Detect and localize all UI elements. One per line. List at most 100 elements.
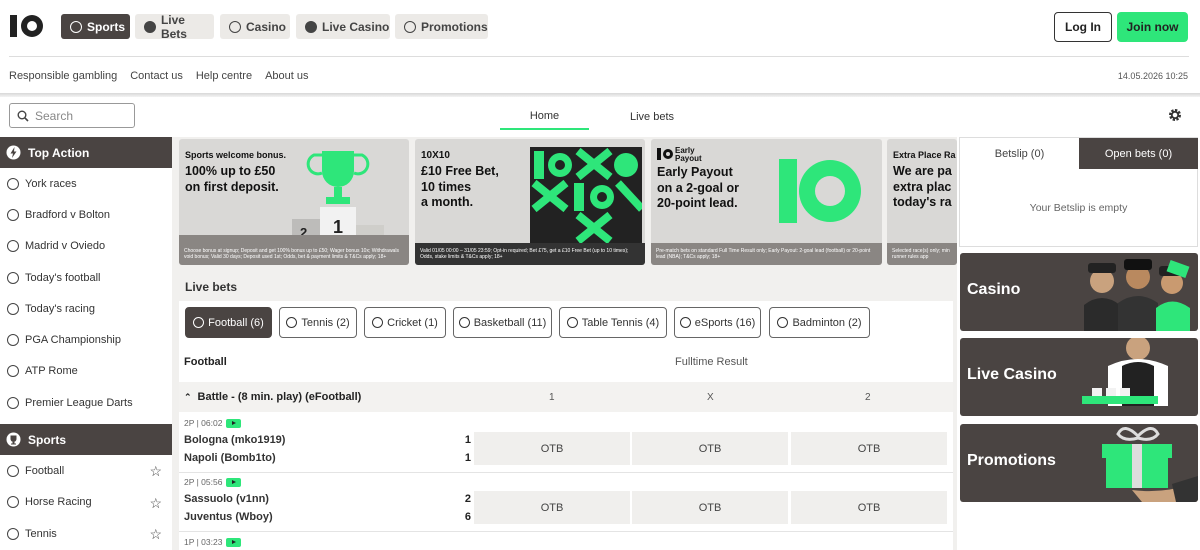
home-team[interactable]: Sassuolo (v1nn) (184, 493, 269, 505)
tab-open-bets[interactable]: Open bets (0) (1079, 138, 1198, 169)
nav-live-casino[interactable]: Live Casino (296, 14, 390, 39)
promo-extra-place[interactable]: Extra Place Ra We are pa extra plac toda… (887, 139, 957, 265)
odds-button-home[interactable]: OTB (474, 491, 630, 524)
sidebar-item-horse-racing[interactable]: Horse Racing ☆ (0, 487, 172, 518)
sidebar-item-todays-racing[interactable]: Today's racing (0, 293, 172, 324)
sport-pill-tennis[interactable]: Tennis (2) (279, 307, 357, 338)
betslip: Betslip (0) Open bets (0) Your Betslip i… (959, 137, 1198, 247)
svg-text:1: 1 (333, 217, 343, 237)
home-score: 1 (464, 434, 471, 446)
sidebar-item-football[interactable]: Football ☆ (0, 455, 172, 486)
live-casino-card[interactable]: Live Casino (960, 338, 1198, 416)
nav-promotions[interactable]: Promotions (395, 14, 488, 39)
odds-button-away[interactable]: OTB (791, 491, 947, 524)
sport-pill-basketball[interactable]: Basketball (11) (453, 307, 552, 338)
promotions-card[interactable]: Promotions (960, 424, 1198, 502)
dealer-icon (1082, 338, 1168, 406)
odds-button-draw[interactable]: OTB (632, 432, 788, 465)
sidebar-item-bradford-v-bolton[interactable]: Bradford v Bolton (0, 199, 172, 230)
sport-pill-table-tennis[interactable]: Table Tennis (4) (559, 307, 667, 338)
login-button[interactable]: Log In (1054, 12, 1112, 42)
nav-casino[interactable]: Casino (220, 14, 290, 39)
col-away: 2 (865, 392, 871, 403)
sidebar-item-york-races[interactable]: York races (0, 168, 172, 199)
x-pattern-icon (530, 147, 642, 243)
promo-10x10[interactable]: 10X10 £10 Free Bet, 10 times a month. Va… (415, 139, 645, 265)
tab-betslip[interactable]: Betslip (0) (960, 138, 1079, 169)
row-divider (179, 531, 953, 532)
brand-logo-icon[interactable] (9, 13, 45, 39)
sidebar-item-tennis[interactable]: Tennis ☆ (0, 518, 172, 549)
sidebar-item-pga-championship[interactable]: PGA Championship (0, 324, 172, 355)
sports-header: Sports (0, 424, 172, 456)
promo-early-payout[interactable]: Early Payout Early Payout on a 2-goal or… (651, 139, 882, 265)
top-action-header: Top Action (0, 137, 172, 168)
star-icon[interactable]: ☆ (149, 463, 162, 480)
tennis-ball-icon (286, 317, 298, 328)
odds-button-draw[interactable]: OTB (632, 491, 788, 524)
join-now-button[interactable]: Join now (1117, 12, 1188, 42)
star-icon[interactable]: ☆ (149, 526, 162, 543)
promotions-icon (404, 20, 416, 33)
datetime: 14.05.2026 10:25 (1117, 71, 1188, 81)
sidebar-item-madrid-v-oviedo[interactable]: Madrid v Oviedo (0, 231, 172, 262)
casino-characters-icon (1084, 259, 1190, 331)
live-stream-icon[interactable] (226, 477, 242, 487)
promo-terms: Valid 01/05 00:00 – 31/05 23:59; Opt-in … (420, 248, 629, 260)
soccer-ball-icon (70, 20, 82, 33)
soccer-ball-icon (7, 240, 19, 253)
sport-pill-esports[interactable]: eSports (16) (674, 307, 761, 338)
sidebar-item-todays-football[interactable]: Today's football (0, 262, 172, 293)
card-title: Live Casino (967, 366, 1057, 383)
sport-heading: Football (184, 356, 227, 368)
live-stream-icon[interactable] (226, 537, 242, 547)
soccer-ball-icon (7, 271, 19, 284)
link-about-us[interactable]: About us (265, 70, 308, 82)
sport-pill-cricket[interactable]: Cricket (1) (364, 307, 446, 338)
row-divider (179, 472, 953, 473)
horse-racing-icon (7, 496, 19, 509)
gear-icon[interactable] (1168, 108, 1182, 122)
header-shadow (0, 93, 1200, 97)
cricket-ball-icon (372, 317, 384, 328)
casino-chip-icon (229, 20, 241, 33)
nav-sports[interactable]: Sports (61, 14, 130, 39)
tennis-ball-icon (7, 365, 19, 378)
chevron-up-icon: ⌃ (184, 391, 192, 402)
competition-group[interactable]: ⌃ Battle - (8 min. play) (eFootball) (179, 382, 953, 412)
golf-icon (7, 334, 19, 347)
link-contact-us[interactable]: Contact us (130, 70, 183, 82)
market-heading: Fulltime Result (675, 356, 748, 368)
nav-live-bets[interactable]: Live Bets (135, 13, 214, 41)
tab-live-bets[interactable]: Live bets (589, 103, 715, 130)
promo-headline: 100% up to £50 on first deposit. (185, 164, 279, 194)
odds-button-away[interactable]: OTB (791, 432, 947, 465)
promo-welcome-bonus[interactable]: Sports welcome bonus. 100% up to £50 on … (179, 139, 409, 265)
promo-title: Early Payout (675, 146, 702, 163)
star-icon[interactable]: ☆ (149, 495, 162, 512)
sport-pill-football[interactable]: Football (6) (185, 307, 272, 338)
promo-headline: £10 Free Bet, 10 times a month. (421, 164, 499, 209)
horse-racing-icon (7, 177, 19, 190)
sport-pill-badminton[interactable]: Badminton (2) (769, 307, 870, 338)
casino-card[interactable]: Casino (960, 253, 1198, 331)
live-stream-icon[interactable] (226, 418, 242, 428)
away-score: 6 (464, 511, 471, 523)
sidebar-item-premier-league-darts[interactable]: Premier League Darts (0, 387, 172, 418)
away-team[interactable]: Juventus (Wboy) (184, 511, 273, 523)
live-casino-icon (305, 20, 317, 33)
divider (9, 56, 1189, 57)
odds-button-home[interactable]: OTB (474, 432, 630, 465)
promo-title: Extra Place Ra (893, 150, 956, 160)
search-input[interactable]: Search (9, 103, 135, 128)
home-team[interactable]: Bologna (mko1919) (184, 434, 285, 446)
trophy-podium-icon: 1 2 (292, 151, 384, 241)
sidebar-item-atp-rome[interactable]: ATP Rome (0, 356, 172, 387)
away-team[interactable]: Napoli (Bomb1to) (184, 452, 276, 464)
match-time: 1P | 03:23 (184, 537, 242, 547)
tab-home[interactable]: Home (500, 103, 589, 130)
link-responsible-gambling[interactable]: Responsible gambling (9, 70, 117, 82)
promo-headline: Early Payout on a 2-goal or 20-point lea… (657, 165, 739, 210)
horse-racing-icon (7, 302, 19, 315)
link-help-centre[interactable]: Help centre (196, 70, 252, 82)
